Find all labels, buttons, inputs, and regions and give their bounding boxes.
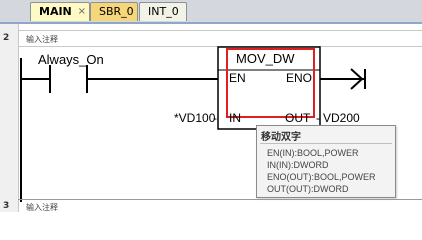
- tooltip-line: EN(IN):BOOL,POWER: [267, 148, 359, 158]
- network-comment[interactable]: 输入注释: [26, 202, 58, 213]
- network-separator: [18, 199, 422, 200]
- tooltip-line: OUT(OUT):DWORD: [267, 184, 349, 194]
- in-operand[interactable]: *VD100: [174, 111, 215, 125]
- tooltip-divider: [260, 143, 392, 144]
- always-on-contact[interactable]: [21, 65, 218, 93]
- pin-en: EN: [229, 71, 246, 85]
- instruction-tooltip: 移动双字 EN(IN):BOOL,POWER IN(IN):DWORD ENO(…: [256, 125, 396, 198]
- tooltip-line: ENO(OUT):BOOL,POWER: [267, 172, 376, 182]
- pin-in: IN: [229, 111, 241, 125]
- pin-eno: ENO: [286, 71, 313, 85]
- in-dash: -: [213, 111, 217, 125]
- tooltip-line: IN(IN):DWORD: [267, 160, 329, 170]
- network-number: 3: [3, 201, 10, 211]
- tooltip-title: 移动双字: [261, 132, 301, 143]
- contact-label[interactable]: Always_On: [38, 52, 104, 67]
- block-title: MOV_DW: [236, 51, 295, 66]
- out-dash: -: [316, 111, 320, 125]
- out-operand[interactable]: VD200: [323, 111, 360, 125]
- pin-out: OUT: [285, 111, 311, 125]
